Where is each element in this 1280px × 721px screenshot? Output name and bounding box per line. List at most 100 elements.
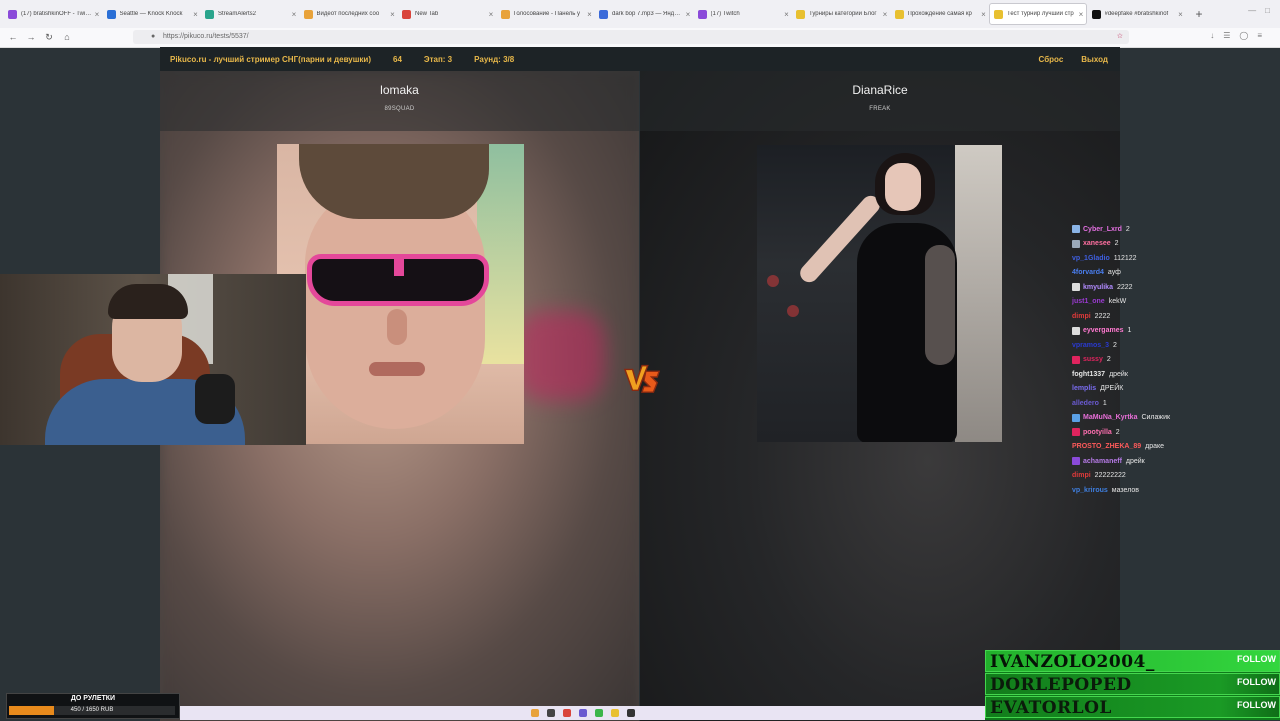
reload-icon[interactable]: ↻	[42, 30, 56, 44]
tab-close-icon[interactable]: ×	[1176, 10, 1186, 19]
contestant-right-header: DianaRice FREAK	[640, 71, 1120, 131]
taskbar-app-icon[interactable]	[578, 709, 587, 717]
exit-link[interactable]: Выход	[1081, 55, 1108, 64]
tab-close-icon[interactable]: ×	[585, 10, 595, 19]
browser-tab[interactable]: dark bop 7.mp3 — Яндекс ×	[595, 3, 693, 25]
taskbar-app-icon[interactable]	[594, 709, 603, 717]
downloads-icon[interactable]: ↓	[1210, 31, 1214, 40]
tab-close-icon[interactable]: ×	[782, 10, 792, 19]
contestant-right-photo[interactable]	[757, 145, 1002, 442]
streamer-webcam	[0, 274, 306, 445]
chat-message: achamaneff дрейк	[1072, 454, 1272, 469]
chat-message: dimpi 2222	[1072, 309, 1272, 324]
taskbar-app-icon[interactable]	[610, 709, 619, 717]
forward-icon[interactable]: →	[24, 30, 38, 44]
tab-title: Турниры категории Блог	[809, 11, 877, 17]
browser-tab[interactable]: Seattle — Knock Knock ×	[103, 3, 201, 25]
tab-close-icon[interactable]: ×	[92, 10, 102, 19]
browser-tab[interactable]: #deepfake #bratishkinof ×	[1088, 3, 1186, 25]
tab-favicon-icon	[599, 9, 608, 19]
chat-username: vpramos_3	[1072, 341, 1109, 349]
browser-tab[interactable]: Голосование - Панель у ×	[497, 3, 595, 25]
chat-message: Cyber_Lxrd 2	[1072, 222, 1272, 237]
follow-alert: DORLEPOPED FOLLOW	[985, 673, 1280, 695]
chat-message: sussy 2	[1072, 353, 1272, 368]
chat-message: 4forvard4 ауф	[1072, 266, 1272, 281]
chat-badge-icon	[1072, 457, 1080, 466]
chat-username: PROSTO_ZHEKA_89	[1072, 443, 1142, 451]
taskbar-app-icon[interactable]	[530, 709, 539, 717]
library-icon[interactable]: ☰	[1223, 31, 1230, 40]
browser-tab[interactable]: Тест турнир лучший стр ×	[989, 3, 1087, 25]
chat-message: alledero 1	[1072, 396, 1272, 411]
home-icon[interactable]: ⌂	[60, 30, 74, 44]
tab-title: #deepfake #bratishkinof	[1104, 11, 1169, 17]
chat-username: foght1337	[1072, 370, 1106, 378]
browser-tab[interactable]: New Tab ×	[398, 3, 496, 25]
follow-label: FOLLOW	[1237, 677, 1276, 687]
browser-tab[interactable]: StreamAlerts2 ×	[201, 3, 299, 25]
chat-text: 1	[1102, 399, 1107, 407]
reset-link[interactable]: Сброс	[1039, 55, 1064, 64]
tab-close-icon[interactable]: ×	[880, 10, 890, 19]
tab-close-icon[interactable]: ×	[486, 10, 496, 19]
account-icon[interactable]: ◯	[1239, 31, 1248, 40]
back-icon[interactable]: ←	[6, 30, 20, 44]
chat-badge-icon	[1072, 283, 1080, 292]
chat-badge-icon	[1072, 326, 1080, 335]
chat-text: ауф	[1107, 269, 1121, 277]
follow-label: FOLLOW	[1237, 654, 1276, 664]
tab-close-icon[interactable]: ×	[683, 10, 693, 19]
tab-close-icon[interactable]: ×	[388, 10, 398, 19]
tab-favicon-icon	[402, 9, 411, 19]
chat-message: lemplis ДРЕЙК	[1072, 382, 1272, 397]
maximize-icon[interactable]: □	[1265, 6, 1270, 15]
tab-favicon-icon	[1091, 9, 1101, 19]
chat-text: 2	[1114, 240, 1119, 248]
chat-text: 112122	[1113, 254, 1137, 262]
participants-count: 64	[393, 54, 402, 64]
taskbar-app-icon[interactable]	[546, 709, 555, 717]
new-tab-button[interactable]: +	[1190, 5, 1208, 23]
chat-message: xanesee 2	[1072, 237, 1272, 252]
contestant-right-panel[interactable]: DianaRice FREAK	[640, 71, 1120, 721]
bookmark-star-icon[interactable]: ☆	[1117, 30, 1123, 44]
browser-tab[interactable]: Прохождение самая кр ×	[891, 3, 989, 25]
browser-tab[interactable]: Видеот последних соо ×	[300, 3, 398, 25]
chat-message: pootyilla 2	[1072, 425, 1272, 440]
tab-favicon-icon	[205, 9, 214, 19]
chat-text: 2	[1125, 225, 1130, 233]
taskbar-app-icon[interactable]	[626, 709, 635, 717]
tattoo-shape	[925, 245, 955, 365]
follow-alert: EVATORLOL FOLLOW	[985, 696, 1280, 718]
chat-username: vp_1Gladio	[1072, 254, 1110, 262]
tab-favicon-icon	[106, 9, 116, 19]
chat-text: 2	[1106, 356, 1111, 364]
browser-tab[interactable]: Турниры категории Блог ×	[792, 3, 890, 25]
address-bar[interactable]: ● https://pikuco.ru/tests/5537/ ☆	[133, 30, 1129, 44]
tab-title: New Tab	[415, 11, 439, 17]
chat-text: 2	[1112, 341, 1117, 349]
tab-title: dark bop 7.mp3 — Яндекс	[612, 11, 683, 17]
stage-indicator: Этап: 3	[423, 54, 453, 64]
taskbar-app-icon[interactable]	[562, 709, 571, 717]
mouth-shape	[369, 362, 425, 376]
tab-title: StreamAlerts2	[218, 11, 257, 17]
chat-username: eyvergames	[1083, 327, 1124, 335]
tab-title: (17) bratishkinOFF - Twitch	[21, 11, 92, 17]
tab-close-icon[interactable]: ×	[979, 10, 989, 19]
tab-favicon-icon	[796, 9, 805, 19]
follow-label: FOLLOW	[1237, 700, 1276, 710]
tab-close-icon[interactable]: ×	[191, 10, 201, 19]
contestant-left-photo[interactable]	[277, 144, 524, 444]
minimize-icon[interactable]: —	[1248, 6, 1256, 15]
chat-username: MaMuNa_Kyrtka	[1083, 414, 1138, 422]
browser-tab[interactable]: (17) Twitch ×	[694, 3, 792, 25]
site-brand-link[interactable]: Pikuco.ru - лучший стример СНГ(парни и д…	[170, 55, 371, 64]
browser-tab[interactable]: (17) bratishkinOFF - Twitch ×	[4, 3, 102, 25]
tab-close-icon[interactable]: ×	[1076, 10, 1086, 19]
chat-badge-icon	[1072, 428, 1080, 437]
tab-close-icon[interactable]: ×	[289, 10, 299, 19]
chat-message: MaMuNa_Kyrtka Силажик	[1072, 411, 1272, 426]
menu-icon[interactable]: ≡	[1257, 31, 1262, 40]
